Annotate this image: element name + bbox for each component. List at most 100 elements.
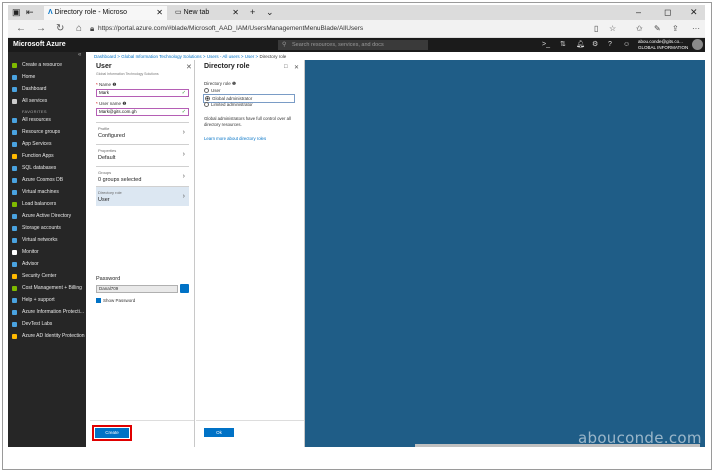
tab-new-tab[interactable]: ▭ New tab ✕ xyxy=(171,6,243,20)
lock-icon xyxy=(12,310,17,315)
maximize-button[interactable]: ◻ xyxy=(664,6,671,18)
name-value: Mark xyxy=(99,90,109,95)
breadcrumb-item[interactable]: Global Information Technology Solutions xyxy=(121,54,201,59)
tab-directory-role[interactable]: Λ Directory role - Microso ✕ xyxy=(44,6,167,20)
password-field[interactable]: Danal709 xyxy=(96,285,178,293)
info-icon[interactable]: ❶ xyxy=(232,81,236,86)
sidebar-item[interactable]: SQL databases xyxy=(8,163,86,174)
sidebar-item[interactable]: Cost Management + Billing xyxy=(8,283,86,294)
radio-user[interactable]: User xyxy=(204,87,221,94)
name-field[interactable]: Mark ✓ xyxy=(96,89,189,97)
section-directory-role[interactable]: Directory role User › xyxy=(96,186,189,206)
learn-more-link[interactable]: Learn more about directory roles xyxy=(204,136,266,141)
favorite-star-icon[interactable]: ☆ xyxy=(609,23,616,35)
sidebar-item[interactable]: Home xyxy=(8,72,86,83)
collapse-sidebar-icon[interactable]: « xyxy=(78,52,81,58)
help-icon[interactable]: ? xyxy=(608,40,612,50)
sidebar-item[interactable]: Storage accounts xyxy=(8,223,86,234)
directory-filter-icon[interactable]: ⇅ xyxy=(560,40,566,50)
chevron-right-icon: › xyxy=(182,151,185,158)
tab-actions-icon[interactable]: ▣ xyxy=(12,7,21,18)
forward-icon[interactable]: → xyxy=(36,22,46,35)
billing-icon xyxy=(12,286,17,291)
chevron-right-icon: › xyxy=(182,193,185,200)
sidebar-item[interactable]: Azure AD Identity Protection xyxy=(8,331,86,342)
settings-gear-icon[interactable]: ⚙ xyxy=(592,40,598,50)
sidebar-item[interactable]: Help + support xyxy=(8,295,86,306)
sidebar-item[interactable]: Azure Active Directory xyxy=(8,211,86,222)
name-label: * Name ❶ xyxy=(96,82,117,87)
sidebar-item[interactable]: All services xyxy=(8,96,86,107)
section-profile[interactable]: Profile Configured › xyxy=(96,122,189,142)
avatar[interactable] xyxy=(692,39,703,50)
sidebar-item[interactable]: Azure Cosmos DB xyxy=(8,175,86,186)
sidebar-item[interactable]: Create a resource xyxy=(8,60,86,71)
show-password-label: Show Password xyxy=(103,298,136,303)
sidebar-item[interactable]: Dashboard xyxy=(8,84,86,95)
close-tab-icon[interactable]: ✕ xyxy=(156,6,163,20)
home-icon[interactable]: ⌂ xyxy=(76,22,82,35)
maximize-blade-icon[interactable]: □ xyxy=(284,64,288,70)
close-icon[interactable]: ✕ xyxy=(294,64,299,71)
sidebar-item[interactable]: Function Apps xyxy=(8,151,86,162)
section-value: Configured xyxy=(98,133,125,139)
section-groups[interactable]: Groups 0 groups selected › xyxy=(96,166,189,186)
sidebar-item[interactable]: DevTest Labs xyxy=(8,319,86,330)
section-properties[interactable]: Properties Default › xyxy=(96,144,189,164)
sidebar-item[interactable]: Virtual machines xyxy=(8,187,86,198)
sidebar-item[interactable]: Monitor xyxy=(8,247,86,258)
favorites-hub-icon[interactable]: ✩ xyxy=(636,23,643,35)
radio-icon xyxy=(204,102,209,108)
chevron-down-icon[interactable]: ⌄ xyxy=(266,7,274,18)
favorites-header: FAVORITES xyxy=(22,109,47,114)
close-icon[interactable]: ✕ xyxy=(186,63,192,71)
sidebar-item[interactable]: Virtual networks xyxy=(8,235,86,246)
show-password-checkbox[interactable]: Show Password xyxy=(96,298,135,304)
refresh-icon[interactable]: ↻ xyxy=(56,22,64,35)
breadcrumb-item[interactable]: User xyxy=(245,54,255,59)
password-label: Password xyxy=(96,276,121,282)
info-icon[interactable]: ❶ xyxy=(112,82,116,87)
sidebar-item[interactable]: Load balancers xyxy=(8,199,86,210)
more-icon[interactable]: ··· xyxy=(692,23,700,35)
tab-label: New tab xyxy=(183,9,210,16)
url-field[interactable]: https://portal.azure.com/#blade/Microsof… xyxy=(98,23,628,35)
breadcrumb-item[interactable]: Dashboard xyxy=(94,54,116,59)
breadcrumb-item[interactable]: Users - All users xyxy=(207,54,240,59)
divider xyxy=(196,420,304,421)
ok-button[interactable]: Ok xyxy=(204,428,234,437)
section-label: Groups xyxy=(98,170,112,175)
sidebar-item[interactable]: All resources xyxy=(8,115,86,126)
sidebar-item-label: Home xyxy=(22,74,36,80)
share-icon[interactable]: ⇪ xyxy=(672,23,679,35)
create-button[interactable]: Create xyxy=(92,425,132,441)
minimize-button[interactable]: – xyxy=(636,6,641,18)
new-tab-button[interactable]: + xyxy=(250,7,255,18)
copy-icon[interactable] xyxy=(180,284,189,293)
radio-label: User xyxy=(211,88,221,93)
sidebar-item[interactable]: Azure Information Protecti... xyxy=(8,307,86,318)
reading-view-icon[interactable]: ▯ xyxy=(594,23,598,35)
sidebar-item[interactable]: Resource groups xyxy=(8,127,86,138)
divider xyxy=(90,420,194,421)
username-field[interactable]: Mark@gits.com.gh ✓ xyxy=(96,108,189,116)
back-tabs-icon[interactable]: ⇤ xyxy=(26,7,34,18)
close-window-button[interactable]: ✕ xyxy=(690,6,698,18)
search-input[interactable]: ⚲ Search resources, services, and docs xyxy=(278,40,428,50)
balance-icon xyxy=(12,202,17,207)
sidebar-item[interactable]: Advisor xyxy=(8,259,86,270)
radio-limited-administrator[interactable]: Limited administrator xyxy=(204,101,253,108)
notifications-icon[interactable]: 🔔︎ xyxy=(576,40,585,50)
back-icon[interactable]: ← xyxy=(16,22,26,35)
azure-brand[interactable]: Microsoft Azure xyxy=(13,38,66,52)
close-tab-icon[interactable]: ✕ xyxy=(232,6,239,20)
info-icon[interactable]: ❶ xyxy=(122,101,126,106)
chevron-right-icon: › xyxy=(182,129,185,136)
sidebar-item[interactable]: Security Center xyxy=(8,271,86,282)
pen-icon[interactable]: ✎ xyxy=(654,23,661,35)
feedback-smiley-icon[interactable]: ☺ xyxy=(623,40,630,50)
sidebar: « FAVORITES Create a resource Home Dashboa… xyxy=(8,52,86,447)
lab-icon xyxy=(12,322,17,327)
sidebar-item[interactable]: App Services xyxy=(8,139,86,150)
cloud-shell-icon[interactable]: >_ xyxy=(542,40,550,50)
